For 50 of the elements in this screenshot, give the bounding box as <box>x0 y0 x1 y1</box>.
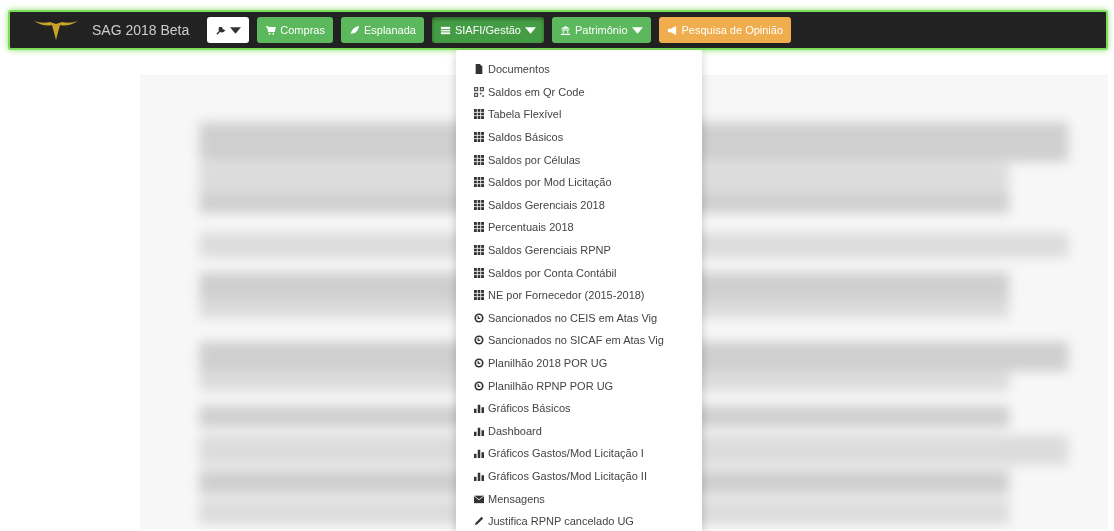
circle-icon <box>474 312 484 323</box>
bar-chart-icon <box>474 448 484 459</box>
grid-icon <box>474 154 484 165</box>
menu-item[interactable]: NE por Fornecedor (2015-2018) <box>456 283 702 307</box>
bar-chart-icon <box>474 425 484 436</box>
menu-item[interactable]: Sancionados no SICAF em Atas Vig <box>456 329 702 352</box>
grid-icon <box>474 267 484 278</box>
menu-item[interactable]: Percentuais 2018 <box>456 216 702 239</box>
grid-icon <box>474 222 484 233</box>
grid-icon <box>474 109 484 120</box>
menu-item[interactable]: Sancionados no CEIS em Atas Vig <box>456 306 702 330</box>
menu-item[interactable]: Saldos Básicos <box>456 125 702 149</box>
dropdown-button[interactable] <box>207 17 250 43</box>
menu-item[interactable]: Planilhão RPNP POR UG <box>456 374 702 397</box>
menu-item[interactable]: Saldos por Mod Licitação <box>456 170 702 194</box>
menu-item[interactable]: Saldos Gerenciais RPNP <box>456 238 702 262</box>
wrench-icon <box>215 24 227 36</box>
leaf-icon <box>348 24 360 36</box>
building-icon <box>559 24 571 36</box>
menu-item[interactable]: Planilhão 2018 POR UG <box>456 351 702 375</box>
grid-icon <box>474 290 484 301</box>
envelope-icon <box>474 493 484 504</box>
menu-item[interactable]: Mensagens <box>456 487 702 510</box>
menu-item[interactable]: Justifica RPNP cancelado UG <box>456 509 702 531</box>
menu-item[interactable]: Gráficos Gastos/Mod Licitação I <box>456 442 702 465</box>
qr-code-icon <box>474 86 484 97</box>
grid-icon <box>474 177 484 188</box>
circle-icon <box>474 358 484 368</box>
menu-item[interactable]: Tabela Flexível <box>456 103 702 126</box>
menu-item[interactable]: Gráficos Básicos <box>456 396 702 420</box>
table-icon <box>439 24 451 36</box>
circle-icon <box>474 380 484 391</box>
cart-icon <box>265 24 277 36</box>
document-icon <box>474 64 484 75</box>
grid-icon <box>474 199 484 210</box>
menu-item[interactable]: Saldos Gerenciais 2018 <box>456 193 702 217</box>
menu-item[interactable]: Saldos em Qr Code <box>456 80 702 104</box>
circle-icon <box>474 335 484 346</box>
menu-item[interactable]: Gráficos Gastos/Mod Licitação II <box>456 464 702 488</box>
menu-item[interactable]: Dashboard <box>456 419 702 443</box>
menu-item[interactable]: Saldos por Células <box>456 148 702 171</box>
brand-title[interactable]: SAG 2018 Beta <box>92 22 190 38</box>
bar-chart-icon <box>474 471 484 481</box>
grid-icon <box>474 132 484 143</box>
menu-item[interactable]: Saldos por Conta Contábil <box>456 261 702 284</box>
megaphone-icon <box>666 24 678 36</box>
grid-icon <box>474 245 484 256</box>
menu-item[interactable]: Documentos <box>456 58 702 81</box>
bar-chart-icon <box>474 403 484 414</box>
pencil-icon <box>474 516 484 527</box>
